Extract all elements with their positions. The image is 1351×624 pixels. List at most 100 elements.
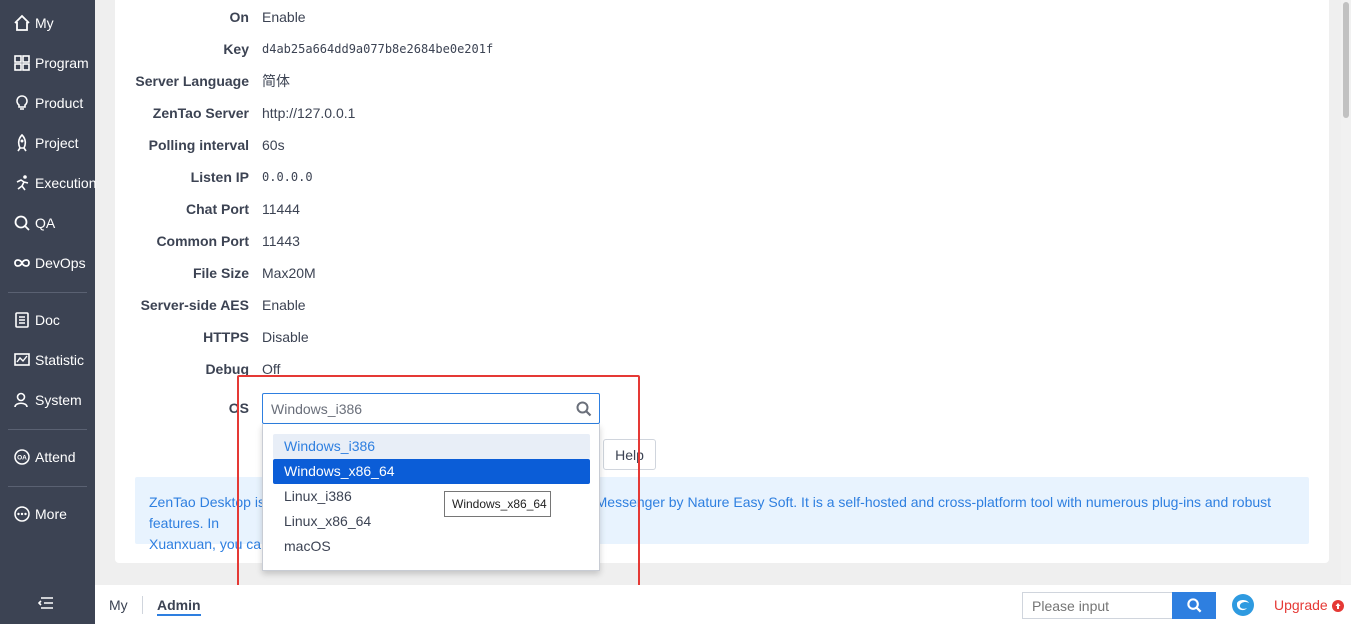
setting-row-server-side-aes: Server-side AES Enable <box>115 289 815 321</box>
sidebar-item-label: Execution <box>35 175 97 191</box>
sidebar-item-label: QA <box>35 215 56 231</box>
sidebar-item-project[interactable]: Project <box>0 123 95 163</box>
os-option-windows-i386[interactable]: Windows_i386 <box>273 434 590 459</box>
sidebar-item-more[interactable]: More <box>0 494 95 534</box>
setting-label: On <box>229 9 249 25</box>
sidebar-item-attend[interactable]: OA Attend <box>0 437 95 477</box>
help-button[interactable]: Help <box>603 439 656 470</box>
setting-row-listen-ip: Listen IP 0.0.0.0 <box>115 161 815 193</box>
setting-row-chat-port: Chat Port 11444 <box>115 193 815 225</box>
setting-row-file-size: File Size Max20M <box>115 257 815 289</box>
setting-value: Off <box>262 361 281 377</box>
infinity-icon <box>13 254 31 272</box>
sidebar-item-label: Product <box>35 95 84 111</box>
setting-row-key: Key d4ab25a664dd9a077b8e2684be0e201f <box>115 33 815 65</box>
sidebar-item-label: Doc <box>35 312 60 328</box>
setting-value: Disable <box>262 329 309 345</box>
setting-value: Enable <box>262 9 306 25</box>
setting-row-server-language: Server Language 简体 <box>115 65 815 97</box>
sidebar-item-product[interactable]: Product <box>0 83 95 123</box>
setting-value: Enable <box>262 297 306 313</box>
search-icon <box>1186 598 1201 613</box>
upgrade-link[interactable]: Upgrade <box>1274 597 1344 613</box>
more-icon <box>13 505 31 523</box>
os-option-macos[interactable]: macOS <box>273 534 590 559</box>
setting-label: Chat Port <box>186 201 249 217</box>
sidebar-divider <box>8 486 87 487</box>
sidebar-item-program[interactable]: Program <box>0 43 95 83</box>
setting-row-common-port: Common Port 11443 <box>115 225 815 257</box>
search-icon <box>575 400 593 418</box>
search-input[interactable] <box>1022 592 1173 619</box>
setting-label: File Size <box>192 265 249 281</box>
setting-label: Common Port <box>156 233 249 249</box>
sidebar-item-label: Project <box>35 135 79 151</box>
arrow-up-icon <box>1331 599 1344 612</box>
sidebar: My Program Product Project Execution QA … <box>0 0 97 624</box>
sidebar-item-label: DevOps <box>35 255 86 271</box>
search-check-icon <box>13 214 31 232</box>
scrollbar-thumb[interactable] <box>1343 2 1349 118</box>
setting-value: 11443 <box>262 233 300 249</box>
lightbulb-icon <box>13 94 31 112</box>
setting-value: d4ab25a664dd9a077b8e2684be0e201f <box>262 42 494 56</box>
setting-value: 0.0.0.0 <box>262 170 313 184</box>
users-icon <box>13 391 31 409</box>
sidebar-divider <box>8 292 87 293</box>
setting-value: http://127.0.0.1 <box>262 105 356 121</box>
setting-label: Key <box>223 41 249 57</box>
sidebar-item-label: Statistic <box>35 352 85 368</box>
tooltip: Windows_x86_64 <box>444 491 551 517</box>
sidebar-item-qa[interactable]: QA <box>0 203 95 243</box>
sidebar-item-my[interactable]: My <box>0 3 95 43</box>
home-icon <box>13 14 31 32</box>
run-icon <box>13 174 31 192</box>
breadcrumb-my[interactable]: My <box>109 597 128 613</box>
sidebar-item-statistic[interactable]: Statistic <box>0 340 95 380</box>
breadcrumb-admin[interactable]: Admin <box>157 597 201 616</box>
setting-value: 简体 <box>262 73 290 89</box>
setting-value: 60s <box>262 137 285 153</box>
setting-row-https: HTTPS Disable <box>115 321 815 353</box>
sidebar-item-execution[interactable]: Execution <box>0 163 97 203</box>
os-select[interactable]: Windows_i386 <box>262 393 600 424</box>
setting-label: Server Language <box>135 73 249 89</box>
sidebar-item-label: System <box>35 392 82 408</box>
document-icon <box>13 311 31 329</box>
grid-icon <box>13 54 31 72</box>
setting-value: 11444 <box>262 201 300 217</box>
setting-label: Listen IP <box>190 169 249 185</box>
svg-text:OA: OA <box>17 455 27 462</box>
setting-label: ZenTao Server <box>152 105 249 121</box>
setting-label: Debug <box>205 361 249 377</box>
setting-row-on: On Enable <box>115 1 815 33</box>
sidebar-item-label: More <box>35 506 67 522</box>
collapse-sidebar-icon[interactable] <box>36 592 58 614</box>
rocket-icon <box>13 134 31 152</box>
setting-value: Max20M <box>262 265 316 281</box>
sidebar-item-system[interactable]: System <box>0 380 95 420</box>
sidebar-item-label: Attend <box>35 449 76 465</box>
upgrade-label: Upgrade <box>1274 597 1328 613</box>
setting-label: Polling interval <box>148 137 249 153</box>
oa-icon: OA <box>13 448 31 466</box>
search-button[interactable] <box>1172 592 1216 619</box>
setting-row-polling-interval: Polling interval 60s <box>115 129 815 161</box>
setting-label: OS <box>228 400 249 416</box>
chart-icon <box>13 351 31 369</box>
sidebar-divider <box>8 429 87 430</box>
zentao-logo-icon[interactable] <box>1231 593 1255 617</box>
setting-label: HTTPS <box>203 329 249 345</box>
info-text-line1-left: ZenTao Desktop is p <box>149 494 277 510</box>
info-text-line2: Xuanxuan, you can <box>149 536 269 552</box>
os-option-windows-x86-64[interactable]: Windows_x86_64 <box>273 459 590 484</box>
setting-row-debug: Debug Off <box>115 353 815 385</box>
breadcrumb-divider <box>142 596 143 614</box>
footer: My Admin Upgrade <box>95 585 1351 624</box>
sidebar-item-doc[interactable]: Doc <box>0 300 95 340</box>
setting-label: Server-side AES <box>140 297 249 313</box>
setting-row-zentao-server: ZenTao Server http://127.0.0.1 <box>115 97 815 129</box>
sidebar-item-label: My <box>35 15 54 31</box>
sidebar-item-label: Program <box>35 55 89 71</box>
sidebar-item-devops[interactable]: DevOps <box>0 243 95 283</box>
